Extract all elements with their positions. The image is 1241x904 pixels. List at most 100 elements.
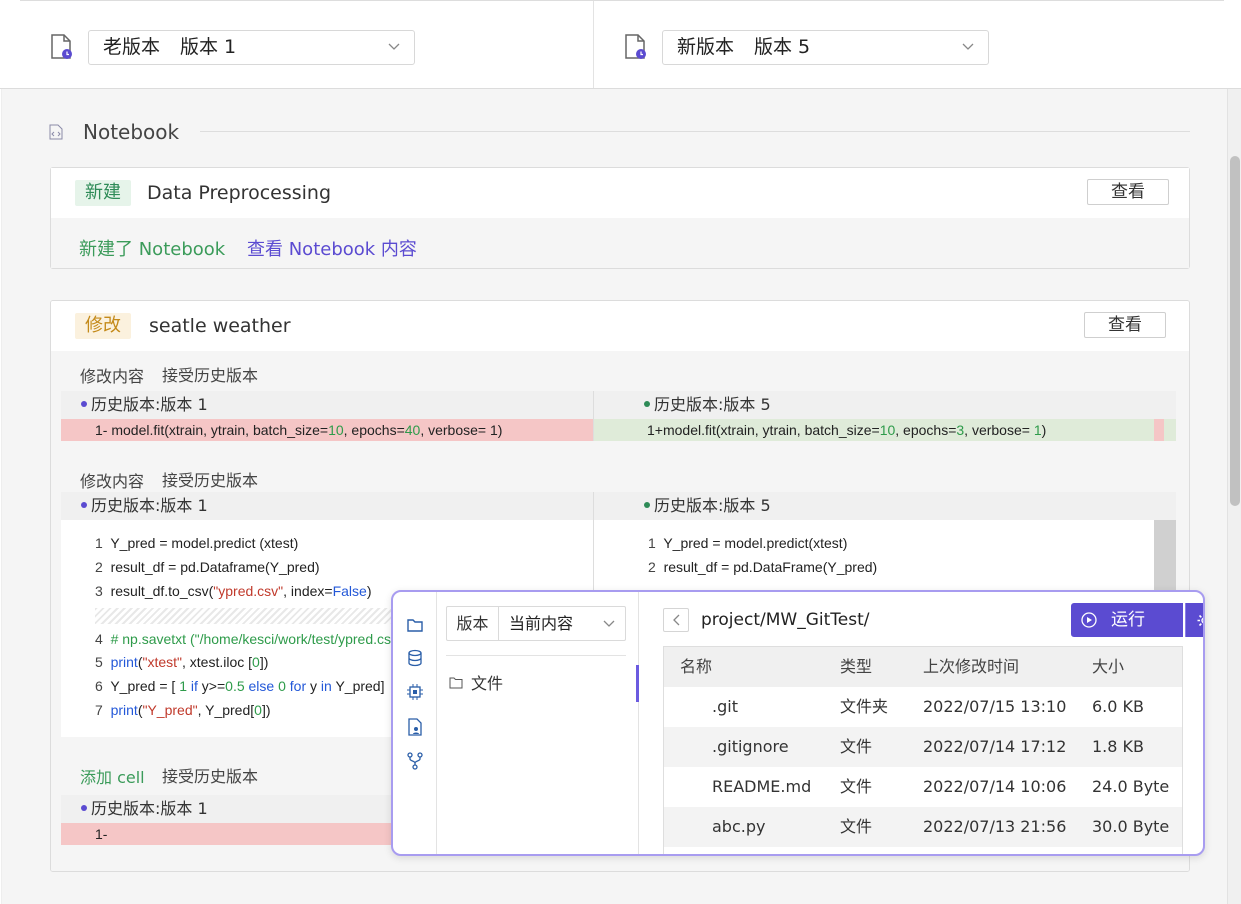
code-line: 1 Y_pred = model.predict(xtest) <box>648 535 847 551</box>
chevron-down-icon <box>603 620 615 627</box>
run-label: 运行 <box>1111 610 1145 630</box>
line-number: 3 <box>95 583 103 599</box>
code-text: result_df = pd.DataFrame(Y_pred) <box>663 559 878 575</box>
file-table: 名称 类型 上次修改时间 大小 .git 文件夹 2022/07/15 13:1… <box>663 646 1183 854</box>
old-version-prefix: 老版本 <box>103 36 161 58</box>
added-line: 1+model.fit(xtrain, ytrain, batch_size=1… <box>594 419 1176 441</box>
folder-icon[interactable] <box>406 616 424 634</box>
removed-line: 1- model.fit(xtrain, ytrain, batch_size=… <box>61 419 593 441</box>
view-notebook-link[interactable]: 查看 Notebook 内容 <box>247 235 417 261</box>
view-button[interactable]: 查看 <box>1084 312 1166 338</box>
old-version-panel: 老版本 版本 1 <box>0 0 594 88</box>
table-row[interactable]: README.md 文件 2022/07/14 10:06 24.0 Byte <box>664 767 1182 807</box>
file-name: .gitignore <box>712 737 789 756</box>
app: 老版本 版本 1 新版本 版本 5 Notebook 新建 Data Prepr… <box>0 0 1241 904</box>
accept-history-link[interactable]: 接受历史版本 <box>162 362 258 386</box>
status-badge-modified: 修改 <box>75 313 131 339</box>
table-row[interactable]: abc.py 文件 2022/07/13 21:56 30.0 Byte <box>664 807 1182 847</box>
version-dot <box>644 401 650 407</box>
file-history-icon <box>51 34 72 59</box>
file-nav-label: 文件 <box>471 674 504 693</box>
column-header-type: 类型 <box>840 657 873 676</box>
run-button[interactable]: 运行 <box>1071 603 1183 637</box>
removed-code: model.fit(xtrain, ytrain, batch_size=10,… <box>111 422 503 438</box>
view-button[interactable]: 查看 <box>1087 179 1169 205</box>
table-row[interactable]: .gitignore 文件 2022/07/14 17:12 1.8 KB <box>664 727 1182 767</box>
line-number: 1- <box>95 826 108 842</box>
diff-left-header: 历史版本:版本 1 <box>61 492 593 520</box>
card-header: 修改 seatle weather 查看 <box>51 301 1189 351</box>
code-line: 7 print("Y_pred", Y_pred[0]) <box>95 702 271 718</box>
new-version-value: 版本 5 <box>754 36 811 58</box>
old-version-select[interactable]: 老版本 版本 1 <box>88 30 415 65</box>
version-select[interactable]: 版本 当前内容 <box>446 606 626 641</box>
file-nav-item[interactable]: 文件 <box>437 665 639 702</box>
file-size: 30.0 Byte <box>1092 817 1170 836</box>
code-text: result_df = pd.Dataframe(Y_pred) <box>110 559 320 575</box>
line-number: 2 <box>648 559 656 575</box>
line-number: 1+ <box>647 422 663 438</box>
accept-history-link[interactable]: 接受历史版本 <box>162 763 258 787</box>
diff-right-header: 历史版本:版本 5 <box>594 391 1176 419</box>
panel-divider <box>446 655 626 656</box>
folder-icon <box>449 677 463 689</box>
code-line: 5 print("xtest", xtest.iloc [0]) <box>95 654 268 670</box>
right-version-label: 历史版本:版本 5 <box>654 395 771 414</box>
diff-left-header: 历史版本:版本 1 <box>61 391 593 419</box>
back-button[interactable] <box>663 608 689 632</box>
change-label: 修改内容 <box>80 472 145 491</box>
top-border <box>20 0 1224 1</box>
version-compare-header: 老版本 版本 1 新版本 版本 5 <box>0 0 1241 89</box>
section-title: Notebook <box>83 120 180 144</box>
play-icon <box>1081 612 1097 628</box>
file-history-icon <box>625 34 646 59</box>
user-file-icon[interactable] <box>406 718 424 736</box>
code-text: Y_pred = [ 1 if y>=0.5 else 0 for y in Y… <box>110 678 385 694</box>
code-text: print("Y_pred", Y_pred[0]) <box>110 702 271 718</box>
settings-button[interactable] <box>1185 603 1203 637</box>
version-dot <box>81 502 87 508</box>
code-text: Y_pred = model.predict(xtest) <box>663 535 848 551</box>
file-name: abc.py <box>712 817 766 836</box>
file-size: 24.0 Byte <box>1092 777 1170 796</box>
table-row[interactable]: .git 文件夹 2022/07/15 13:10 6.0 KB <box>664 687 1182 727</box>
gear-icon <box>1197 614 1203 627</box>
collapsed-lines-placeholder <box>95 608 395 624</box>
version-dot <box>644 502 650 508</box>
code-text: Y_pred = model.predict (xtest) <box>110 535 299 551</box>
right-version-label: 历史版本:版本 5 <box>654 496 771 515</box>
code-line: 2 result_df = pd.Dataframe(Y_pred) <box>95 559 320 575</box>
chevron-down-icon <box>388 43 400 50</box>
left-version-label: 历史版本:版本 1 <box>91 395 208 414</box>
database-icon[interactable] <box>406 649 424 667</box>
line-number: 6 <box>95 678 103 694</box>
file-modified: 2022/07/13 21:56 <box>923 817 1067 836</box>
code-text: # np.savetxt ("/home/kesci/work/test/ypr… <box>110 631 391 647</box>
file-type: 文件 <box>840 817 873 836</box>
line-number: 1- <box>95 422 108 438</box>
line-number: 4 <box>95 631 103 647</box>
new-version-panel: 新版本 版本 5 <box>594 0 1188 88</box>
chip-icon[interactable] <box>406 683 424 701</box>
file-type: 文件夹 <box>840 697 889 716</box>
new-version-prefix: 新版本 <box>677 36 735 58</box>
accept-history-link[interactable]: 接受历史版本 <box>162 467 258 491</box>
line-number: 5 <box>95 654 103 670</box>
file-browser-popup: 版本 当前内容 文件 project/MW_GitTest/ 运行 名称 类型 … <box>391 590 1205 856</box>
file-modified: 2022/07/14 10:06 <box>923 777 1067 796</box>
git-branch-icon[interactable] <box>406 752 424 770</box>
code-text: print("xtest", xtest.iloc [0]) <box>110 654 269 670</box>
line-number: 1 <box>95 535 103 551</box>
column-header-size: 大小 <box>1092 657 1125 676</box>
file-size: 1.8 KB <box>1092 737 1144 756</box>
added-cell-label: 添加 cell <box>80 768 145 787</box>
code-line: 3 result_df.to_csv("ypred.csv", index=Fa… <box>95 583 372 599</box>
file-modified: 2022/07/14 17:12 <box>923 737 1067 756</box>
scrollbar[interactable] <box>1227 89 1241 904</box>
change-label: 修改内容 <box>80 367 145 386</box>
code-line: 1 Y_pred = model.predict (xtest) <box>95 535 298 551</box>
new-version-select[interactable]: 新版本 版本 5 <box>662 30 989 65</box>
notebook-icon <box>49 124 63 140</box>
file-name: .git <box>712 697 738 716</box>
scrollbar-thumb[interactable] <box>1230 156 1240 506</box>
